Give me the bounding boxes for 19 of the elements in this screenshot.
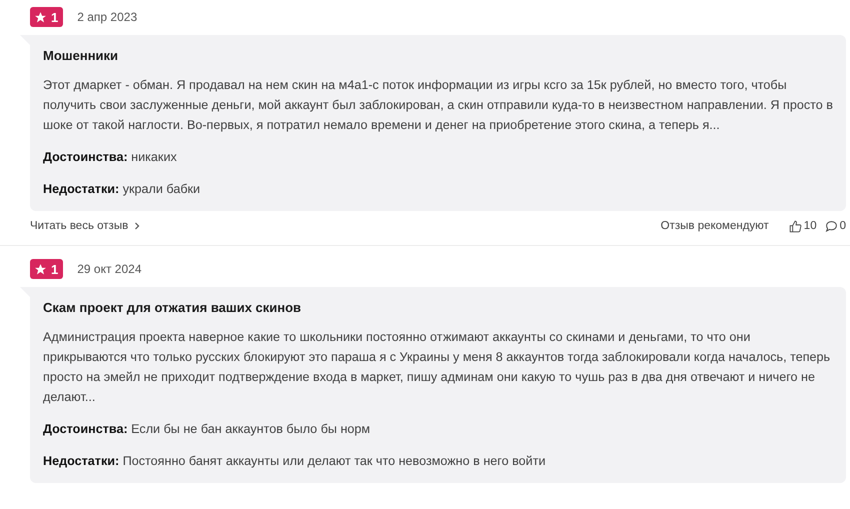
review-title: Мошенники bbox=[43, 48, 120, 63]
pros-text: Достоинства: Если бы не бан аккаунтов было бы норм bbox=[43, 421, 372, 438]
thumbs-up-icon bbox=[788, 220, 802, 232]
cons-text: Недостатки: Постоянно банят аккаунты или делают так что невозможно в него войти bbox=[43, 453, 546, 470]
comment-button[interactable]: 0 bbox=[824, 220, 846, 232]
review-title: Скам проект для отжатия ваших скинов bbox=[43, 300, 302, 315]
rating-badge: 1 bbox=[30, 259, 64, 279]
cons-text: Недостатки: украли бабки bbox=[43, 181, 202, 198]
rating-badge: 1 bbox=[30, 7, 64, 27]
review-text: Этот дмаркет - обман. Я продавал на нем скин на м4а1-с поток информации из игры ксго за 15к рублей, но вместо того, чтобы получить свои заслуженные деньги, мой аккаунт был заблокирован, а скин отправили куда-то в неизвестном направлении. Я просто в шоке от такой наглости. Во-первых, я потратил немало времени и денег на приобретение этого скина, а теперь я... bbox=[43, 77, 834, 134]
review-date: 2 апр 2023 bbox=[77, 10, 138, 24]
read-more-link[interactable]: Читать весь отзыв bbox=[30, 220, 140, 232]
recommend-label: Отзыв рекомендуют bbox=[660, 220, 769, 232]
pros-text: Достоинства: никаких bbox=[43, 149, 178, 166]
like-button[interactable]: 10 bbox=[788, 220, 817, 232]
review-text: Администрация проекта наверное какие то школьники постоянно отжимают аккаунты со скинами и деньгами, то что они прикрываются что только русских блокируют это параша я с Украины у меня 8 аккаунтов тогда заблокировали когда началось, теперь просто на эмейл не приходит подтверждение входа в маркет, пишу админам они какую то чушь раз в два дня отвечают и ничего не делают... bbox=[43, 329, 832, 406]
speech-bubble-icon bbox=[824, 220, 838, 232]
review-date: 29 окт 2024 bbox=[77, 262, 142, 276]
chevron-icon bbox=[134, 222, 140, 230]
